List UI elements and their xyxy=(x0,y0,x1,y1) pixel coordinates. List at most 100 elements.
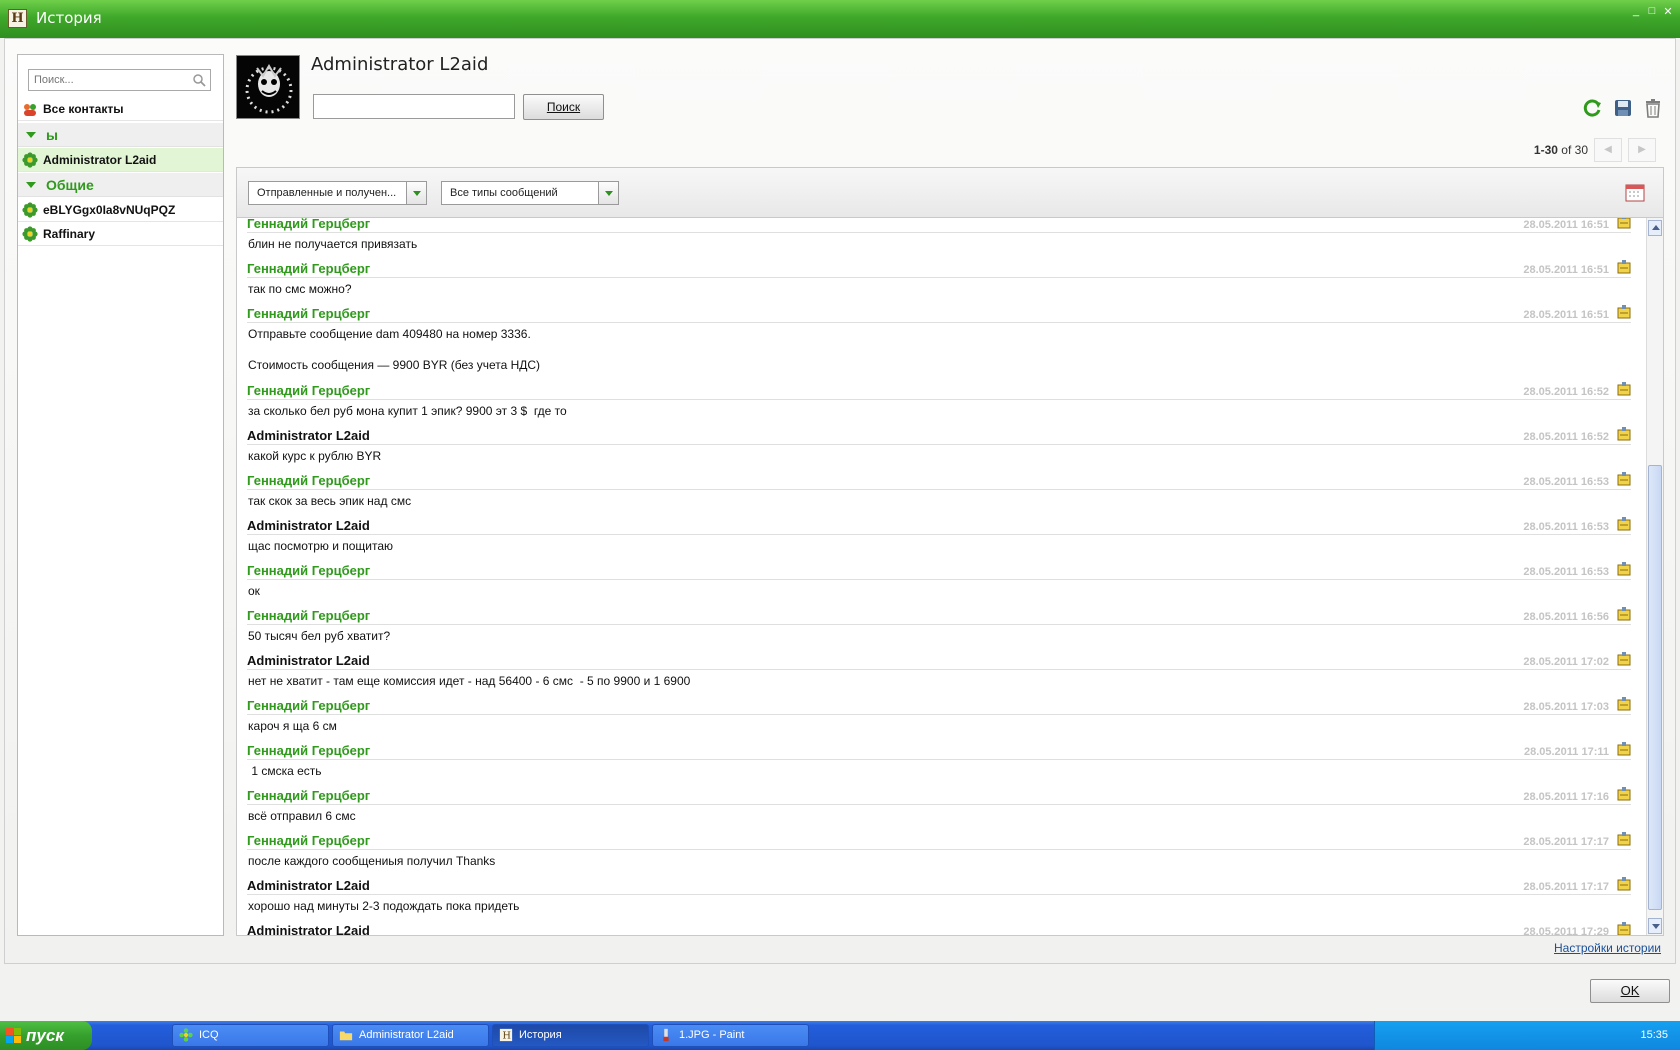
calendar-icon[interactable] xyxy=(1625,182,1645,202)
message-status-icon[interactable] xyxy=(1617,426,1631,441)
message-timestamp: 28.05.2011 17:17 xyxy=(1523,836,1609,848)
message-author: Геннадий Герцберг xyxy=(247,698,371,713)
contact-search-box[interactable] xyxy=(28,69,211,91)
save-icon[interactable] xyxy=(1613,98,1633,118)
message-status-icon[interactable] xyxy=(1617,516,1631,531)
all-contacts-item[interactable]: Все контакты xyxy=(18,97,223,121)
scroll-thumb[interactable] xyxy=(1648,465,1662,910)
message-line: какой курс к рублю BYR xyxy=(248,449,382,463)
contacts-sidebar: Все контакты ы Administrator L2aid Общие… xyxy=(17,54,224,936)
all-contacts-label: Все контакты xyxy=(43,101,124,116)
chevron-down-icon[interactable] xyxy=(598,182,618,204)
message-status-icon[interactable] xyxy=(1617,741,1631,756)
close-button[interactable]: ✕ xyxy=(1662,5,1674,18)
prev-page-button[interactable]: ◀ xyxy=(1594,138,1622,162)
ok-button[interactable]: OK xyxy=(1590,979,1670,1003)
message-header: Administrator L2aid 28.05.2011 17:02 xyxy=(247,649,1631,670)
next-page-button[interactable]: ▶ xyxy=(1628,138,1656,162)
taskbar-item-icq[interactable]: ICQ xyxy=(172,1024,329,1047)
message-header: Геннадий Герцберг 28.05.2011 16:51 xyxy=(247,218,1631,233)
contact-search-input[interactable] xyxy=(29,70,189,90)
message-line: 50 тысяч бел руб хватит? xyxy=(248,629,391,643)
direction-filter-select[interactable]: Отправленные и получен... xyxy=(248,181,427,205)
message-status-icon[interactable] xyxy=(1617,259,1631,274)
message-author: Administrator L2aid xyxy=(247,923,370,936)
app-icon: H xyxy=(8,9,27,28)
minimize-button[interactable]: _ xyxy=(1630,5,1642,18)
message-author: Геннадий Герцберг xyxy=(247,261,371,276)
message-header: Геннадий Герцберг 28.05.2011 17:16 xyxy=(247,784,1631,805)
contact-item-raffinary[interactable]: Raffinary xyxy=(18,222,223,246)
message-status-icon[interactable] xyxy=(1617,606,1631,621)
type-filter-select[interactable]: Все типы сообщений xyxy=(441,181,619,205)
message-header: Геннадий Герцберг 28.05.2011 17:17 xyxy=(247,829,1631,850)
message-author: Administrator L2aid xyxy=(247,878,370,893)
collapse-triangle-icon[interactable] xyxy=(26,131,36,138)
message-author: Administrator L2aid xyxy=(247,518,370,533)
history-settings-link[interactable]: Настройки истории xyxy=(1554,941,1661,955)
page-of-label: of xyxy=(1561,143,1572,157)
message-status-icon[interactable] xyxy=(1617,651,1631,666)
search-icon[interactable] xyxy=(192,73,206,87)
message-author: Геннадий Герцберг xyxy=(247,608,371,623)
taskbar-item-history[interactable]: H История xyxy=(492,1024,649,1047)
taskbar-item-folder[interactable]: Administrator L2aid xyxy=(332,1024,489,1047)
message-header: Administrator L2aid 28.05.2011 16:52 xyxy=(247,424,1631,445)
message-line: блин не получается привязать xyxy=(248,237,418,251)
search-button[interactable]: Поиск xyxy=(523,94,604,120)
collapse-triangle-icon[interactable] xyxy=(26,181,36,188)
message-author: Геннадий Герцберг xyxy=(247,833,371,848)
message-timestamp: 28.05.2011 16:56 xyxy=(1523,611,1609,623)
message-line: Отправьте сообщение dam 409480 на номер … xyxy=(248,327,531,341)
message-status-icon[interactable] xyxy=(1617,218,1631,229)
maximize-button[interactable]: □ xyxy=(1646,5,1658,18)
window-title: История xyxy=(36,9,102,27)
message-status-icon[interactable] xyxy=(1617,561,1631,576)
message-status-icon[interactable] xyxy=(1617,876,1631,891)
message-status-icon[interactable] xyxy=(1617,921,1631,935)
paint-icon xyxy=(663,1028,669,1042)
message-status-icon[interactable] xyxy=(1617,471,1631,486)
message-text: нет не хватит - там еще комиссия идет - … xyxy=(237,670,1645,694)
message-status-icon[interactable] xyxy=(1617,381,1631,396)
message-line: нет не хватит - там еще комиссия идет - … xyxy=(248,674,691,688)
contact-item-administrator[interactable]: Administrator L2aid xyxy=(18,148,223,172)
folder-icon xyxy=(339,1031,353,1041)
history-search-input[interactable] xyxy=(314,95,514,118)
message-scrollbar[interactable] xyxy=(1646,218,1663,935)
message-timestamp: 28.05.2011 17:03 xyxy=(1523,701,1609,713)
message-author: Геннадий Герцберг xyxy=(247,563,371,578)
message-timestamp: 28.05.2011 16:53 xyxy=(1523,476,1609,488)
clock: 15:35 xyxy=(1640,1029,1668,1041)
message-text: 50 тысяч бел руб хватит? xyxy=(237,625,1645,649)
message-status-icon[interactable] xyxy=(1617,696,1631,711)
message-status-icon[interactable] xyxy=(1617,304,1631,319)
history-search-box[interactable] xyxy=(313,94,515,119)
group-header-general[interactable]: Общие xyxy=(18,173,223,197)
contact-title: Administrator L2aid xyxy=(311,54,489,75)
message-text: так по смс можно? xyxy=(237,278,1645,302)
message-timestamp: 28.05.2011 16:52 xyxy=(1523,386,1609,398)
message-author: Геннадий Герцберг xyxy=(247,218,371,231)
scroll-up-button[interactable] xyxy=(1648,220,1662,236)
message-status-icon[interactable] xyxy=(1617,831,1631,846)
chevron-down-icon[interactable] xyxy=(406,182,426,204)
message-author: Administrator L2aid xyxy=(247,428,370,443)
taskbar-item-paint[interactable]: 1.JPG - Paint xyxy=(652,1024,809,1047)
message-text: ок xyxy=(237,580,1645,604)
scroll-down-button[interactable] xyxy=(1648,918,1662,934)
icq-flower-icon xyxy=(179,1028,193,1042)
start-label: пуск xyxy=(26,1026,64,1045)
message-text: за сколько бел руб мона купит 1 эпик? 99… xyxy=(237,400,1645,424)
message-timestamp: 28.05.2011 16:52 xyxy=(1523,431,1609,443)
filter-bar: Отправленные и получен... Все типы сообщ… xyxy=(236,167,1664,218)
message-line: щас посмотрю и пощитаю xyxy=(248,539,394,553)
start-button[interactable]: пуск xyxy=(0,1021,92,1050)
group-header-y[interactable]: ы xyxy=(18,123,223,147)
message-status-icon[interactable] xyxy=(1617,786,1631,801)
contact-name: Administrator L2aid xyxy=(43,152,157,167)
contact-item-eblyggx[interactable]: eBLYGgx0Ia8vNUqPQZ xyxy=(18,198,223,222)
trash-icon[interactable] xyxy=(1643,98,1663,118)
refresh-icon[interactable] xyxy=(1583,98,1603,118)
message-timestamp: 28.05.2011 17:17 xyxy=(1523,881,1609,893)
